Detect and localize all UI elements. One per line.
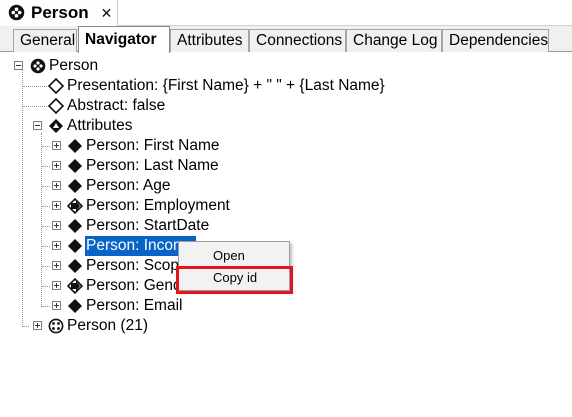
editor-tab-person[interactable]: Person ✕ — [0, 0, 118, 26]
tree-node-label: Person: Last Name — [86, 157, 219, 174]
tab-navigator[interactable]: Navigator — [78, 26, 170, 53]
tree-guide-line — [42, 306, 50, 307]
tree-guide-line — [42, 226, 50, 227]
tab-general[interactable]: General — [13, 29, 77, 52]
tree-guide-line — [42, 266, 50, 267]
diamond-filled-icon — [68, 239, 82, 253]
tree-node-label: Person: Email — [86, 297, 183, 314]
tree-expand-toggle[interactable] — [52, 241, 61, 250]
tree-node-label: Presentation: {First Name} + " " + {Last… — [67, 77, 385, 94]
tree-expand-toggle[interactable] — [52, 261, 61, 270]
tab-attributes[interactable]: Attributes — [170, 29, 249, 52]
tree-expand-toggle[interactable] — [52, 161, 61, 170]
editor-tab-title: Person — [31, 2, 89, 22]
diamond-filled-icon — [68, 159, 82, 173]
context-menu-open[interactable]: Open — [180, 245, 288, 267]
tree-expand-toggle[interactable] — [52, 301, 61, 310]
tree-expand-toggle[interactable] — [52, 141, 61, 150]
tree-collapse-toggle[interactable] — [14, 61, 23, 70]
tree-node-label: Person: First Name — [86, 137, 220, 154]
tree-guide-line — [42, 166, 50, 167]
class-icon — [8, 4, 25, 21]
diamond-filled-icon — [68, 219, 82, 233]
tree-node-label: Person: Age — [86, 177, 171, 194]
diamond-filled-icon — [68, 139, 82, 153]
instances-icon — [48, 318, 64, 334]
tree-node-label: Abstract: false — [67, 97, 166, 114]
tree-guide-line — [42, 146, 50, 147]
tree-guide-line — [42, 206, 50, 207]
tree-guide-line — [23, 106, 47, 107]
tree-node-label: Person (21) — [67, 317, 148, 334]
navigator-tree: Person Presentation: {First Name} + " " … — [0, 53, 572, 417]
tab-dependencies[interactable]: Dependencies — [442, 29, 549, 52]
tab-connections[interactable]: Connections — [249, 29, 346, 52]
tree-collapse-toggle[interactable] — [33, 121, 42, 130]
diamond-outline-icon — [48, 98, 64, 114]
context-menu-copy-id[interactable]: Copy id — [180, 267, 288, 289]
context-menu: Open Copy id — [178, 241, 290, 291]
diamond-arrow-icon — [67, 278, 83, 294]
tree-node-label: Person: StartDate — [86, 217, 210, 234]
diamond-filled-icon — [68, 179, 82, 193]
tree-guide-line — [42, 186, 50, 187]
tree-expand-toggle[interactable] — [52, 201, 61, 210]
tree-expand-toggle[interactable] — [52, 281, 61, 290]
tree-node-label: Person: Scope — [86, 257, 188, 274]
tree-guide-line — [23, 326, 29, 327]
tree-guide-line — [42, 286, 50, 287]
tree-guide-line — [41, 133, 42, 307]
tree-expand-toggle[interactable] — [52, 221, 61, 230]
diamond-outline-icon — [48, 78, 64, 94]
diamond-filled-icon — [68, 299, 82, 313]
tree-guide-line — [42, 246, 50, 247]
tree-expand-toggle[interactable] — [52, 181, 61, 190]
tab-change-log[interactable]: Change Log — [346, 29, 442, 52]
diamond-arrow-icon — [67, 198, 83, 214]
tree-node-label: Attributes — [67, 117, 133, 134]
tree-node-label: Person — [49, 57, 99, 74]
diamond-filled-icon — [68, 259, 82, 273]
tree-node-label: Person: Employment — [86, 197, 230, 214]
tree-expand-toggle[interactable] — [33, 321, 42, 330]
attributes-icon — [49, 119, 63, 133]
editor-tab-strip — [118, 0, 572, 26]
tree-guide-line — [23, 86, 47, 87]
tab-bar: General Navigator Attributes Connections… — [0, 26, 572, 53]
close-icon[interactable]: ✕ — [101, 6, 113, 20]
class-icon — [30, 58, 46, 74]
